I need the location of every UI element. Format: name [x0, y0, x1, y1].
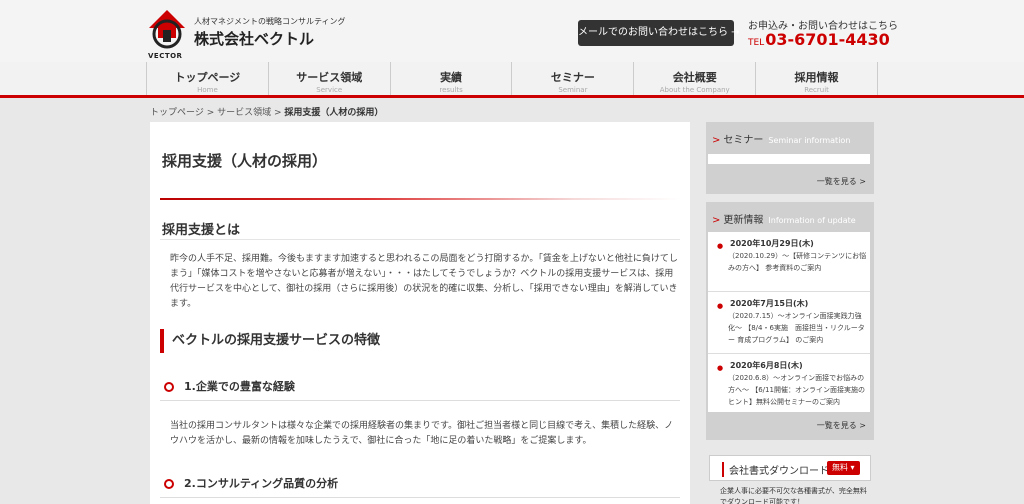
circle-bullet-icon — [164, 382, 174, 392]
nav-item-recruit[interactable]: 採用情報 Recruit — [756, 62, 878, 95]
news-title: 更新情報 — [723, 215, 764, 226]
nav-item-about[interactable]: 会社概要 About the Company — [634, 62, 757, 95]
nav-sub: results — [439, 86, 463, 94]
page-title: 採用支援（人材の採用） — [162, 152, 328, 170]
circle-bullet-icon — [164, 479, 174, 489]
nav-sub: About the Company — [659, 86, 730, 94]
breadcrumb-separator: > — [271, 108, 285, 118]
news-en: Information of update — [768, 216, 856, 225]
seminar-title: セミナー — [723, 135, 764, 146]
bullet-icon: ● — [717, 242, 724, 250]
news-date: 2020年6月8日(木) — [730, 361, 803, 370]
company-name[interactable]: 株式会社ベクトル — [194, 28, 314, 49]
breadcrumb: トップページ > サービス領域 > 採用支援（人材の採用） — [150, 105, 383, 118]
tel-number: 03-6701-4430 — [765, 30, 890, 49]
nav-item-seminar[interactable]: セミナー Seminar — [512, 62, 635, 95]
nav-label: 実績 — [440, 71, 463, 84]
nav-label: トップページ — [174, 71, 241, 84]
point-body-1: 当社の採用コンサルタントは様々な企業での採用経験者の集まりです。御社ご担当者様と… — [170, 421, 674, 446]
breadcrumb-separator: > — [203, 108, 218, 118]
seminar-box: > セミナー Seminar information 一覧を見る > — [706, 122, 874, 194]
global-nav: トップページ Home サービス領域 Service 実績 results セミ… — [0, 62, 1024, 98]
news-date: 2020年10月29日(木) — [730, 239, 814, 248]
seminar-en: Seminar information — [768, 136, 851, 145]
tel-label: TEL — [748, 38, 765, 48]
features-heading: ベクトルの採用支援サービスの特徴 — [160, 329, 380, 353]
nav-item-service[interactable]: サービス領域 Service — [269, 62, 391, 95]
section-divider — [160, 239, 680, 240]
download-box[interactable]: 会社書式ダウンロード 無料 ▾ — [709, 455, 871, 481]
title-divider — [160, 198, 680, 200]
free-badge: 無料 ▾ — [827, 461, 860, 475]
nav-label: サービス領域 — [296, 71, 363, 84]
download-note: 企業人事に必要不可欠な各種書式が、完全無料でダウンロード可能です！ — [720, 487, 867, 504]
section-heading: 採用支援とは — [162, 223, 241, 238]
intro-paragraph: 昨今の人手不足、採用難。今後もますます加速すると思われるこの局面をどう打開するか… — [170, 254, 678, 309]
news-date: 2020年7月15日(木) — [730, 299, 809, 308]
nav-sub: Recruit — [804, 86, 829, 94]
point-divider — [160, 400, 680, 401]
news-list: ● 2020年10月29日(木) （2020.10.29）～【研修コンテンツにお… — [708, 232, 870, 412]
download-title: 会社書式ダウンロード — [722, 462, 829, 477]
seminar-list — [708, 154, 870, 164]
news-box: > 更新情報 Information of update ● 2020年10月29日… — [706, 202, 874, 440]
main-content: 採用支援（人材の採用） 採用支援とは 昨今の人手不足、採用難。今後もますます加速… — [150, 122, 690, 504]
company-tagline: 人材マネジメントの戦略コンサルティング — [194, 17, 346, 26]
sidebar: > セミナー Seminar information 一覧を見る > > 更新情報 In… — [706, 122, 874, 504]
news-heading: > 更新情報 Information of update — [712, 211, 856, 226]
logo-wordmark: VECTOR — [148, 52, 183, 60]
nav-sub: Seminar — [558, 86, 588, 94]
nav-label: 採用情報 — [794, 71, 839, 84]
news-item[interactable]: ● 2020年6月8日(木) （2020.6.8）～オンライン面接でお悩みの方へ… — [708, 360, 870, 410]
email-inquiry-button[interactable]: メールでのお問い合わせはこちら → — [578, 20, 740, 46]
news-text: （2020.10.29）～【研修コンテンツにお悩みの方へ】 参考資料のご案内 — [728, 252, 867, 272]
nav-item-results[interactable]: 実績 results — [391, 62, 513, 95]
breadcrumb-home-link[interactable]: トップページ — [150, 108, 204, 118]
nav-sub: Service — [316, 86, 343, 94]
point-divider — [160, 497, 680, 498]
seminar-more-link[interactable]: 一覧を見る > — [817, 176, 866, 187]
phone-number[interactable]: TEL03-6701-4430 — [748, 30, 890, 49]
nav-label: セミナー — [550, 71, 595, 84]
point-title: 2.コンサルティング品質の分析 — [184, 477, 339, 490]
news-text: （2020.7.15）～オンライン面接実践力強化～ 【8/4・6実施 面接担当・… — [728, 312, 865, 344]
nav-sub: Home — [197, 86, 218, 94]
breadcrumb-current: 採用支援（人材の採用） — [284, 108, 384, 118]
breadcrumb-service-link[interactable]: サービス領域 — [217, 108, 271, 118]
news-more-link[interactable]: 一覧を見る > — [817, 420, 866, 431]
nav-item-home[interactable]: トップページ Home — [146, 62, 269, 95]
bullet-icon: ● — [717, 302, 724, 310]
chevron-right-icon: > — [712, 135, 721, 146]
point-title: 1.企業での豊富な経験 — [184, 380, 295, 393]
news-item[interactable]: ● 2020年10月29日(木) （2020.10.29）～【研修コンテンツにお… — [708, 238, 870, 292]
seminar-heading: > セミナー Seminar information — [712, 131, 850, 146]
bullet-icon: ● — [717, 364, 724, 372]
nav-label: 会社概要 — [672, 71, 717, 84]
news-text: （2020.6.8）～オンライン面接でお悩みの方へ～ 【6/11開催：オンライン… — [728, 374, 865, 406]
site-header: VECTOR 人材マネジメントの戦略コンサルティング 株式会社ベクトル メールで… — [0, 0, 1024, 62]
news-item[interactable]: ● 2020年7月15日(木) （2020.7.15）～オンライン面接実践力強化… — [708, 298, 870, 354]
chevron-right-icon: > — [712, 215, 721, 226]
